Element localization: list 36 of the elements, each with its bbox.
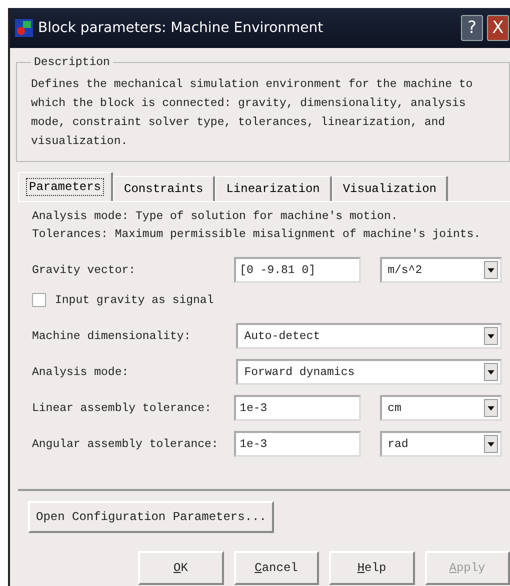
dialog-button[interactable]: OK bbox=[138, 551, 224, 585]
field-label: Angular assembly tolerance: bbox=[32, 438, 220, 450]
tab[interactable]: Visualization bbox=[332, 176, 448, 201]
field-label: Linear assembly tolerance: bbox=[32, 402, 212, 414]
unit-dropdown[interactable]: m/s^2 bbox=[380, 257, 502, 283]
checkbox-label: Input gravity as signal bbox=[55, 294, 214, 306]
field-label: Gravity vector: bbox=[32, 264, 137, 276]
group-legend: Description bbox=[31, 56, 113, 69]
caret-icon bbox=[484, 327, 498, 345]
unit-dropdown[interactable]: cm bbox=[380, 395, 502, 421]
field-label: Machine dimensionality: bbox=[32, 330, 192, 342]
caret-icon bbox=[484, 399, 498, 417]
dropdown[interactable]: Forward dynamics bbox=[236, 359, 502, 385]
open-configuration-button[interactable]: Open Configuration Parameters... bbox=[28, 501, 274, 533]
input-field[interactable]: 1e-3 bbox=[234, 395, 361, 421]
caret-icon bbox=[484, 261, 498, 279]
field-label: Analysis mode: bbox=[32, 366, 130, 378]
input-field[interactable]: 1e-3 bbox=[234, 431, 361, 457]
help-button[interactable]: ? bbox=[461, 15, 483, 41]
caret-icon bbox=[484, 435, 498, 453]
description-text: Defines the mechanical simulation environment for the machine to which the block is connected: gravity, dimensionality, analysis mode, constraint solver type, tolerances, linearization, and visualization. bbox=[31, 77, 474, 150]
tab[interactable]: Constraints bbox=[113, 176, 216, 201]
dialog-button[interactable]: Help bbox=[329, 551, 414, 585]
checkbox[interactable] bbox=[32, 293, 46, 307]
hint-text: Tolerances: Maximum permissible misalignment of machine's joints. bbox=[32, 227, 482, 243]
dropdown[interactable]: Auto-detect bbox=[236, 323, 502, 349]
tab[interactable]: Linearization bbox=[215, 176, 332, 201]
close-button[interactable]: X bbox=[487, 15, 509, 41]
input-field[interactable]: [0 -9.81 0] bbox=[234, 257, 361, 283]
dialog-button[interactable]: Cancel bbox=[234, 551, 319, 585]
caret-icon bbox=[484, 363, 498, 381]
block-icon bbox=[14, 18, 34, 38]
unit-dropdown[interactable]: rad bbox=[380, 431, 502, 457]
tab[interactable]: Parameters bbox=[18, 172, 114, 201]
hint-text: Analysis mode: Type of solution for machine's motion. bbox=[32, 209, 399, 225]
window-title: Block parameters: Machine Environment bbox=[38, 20, 324, 36]
